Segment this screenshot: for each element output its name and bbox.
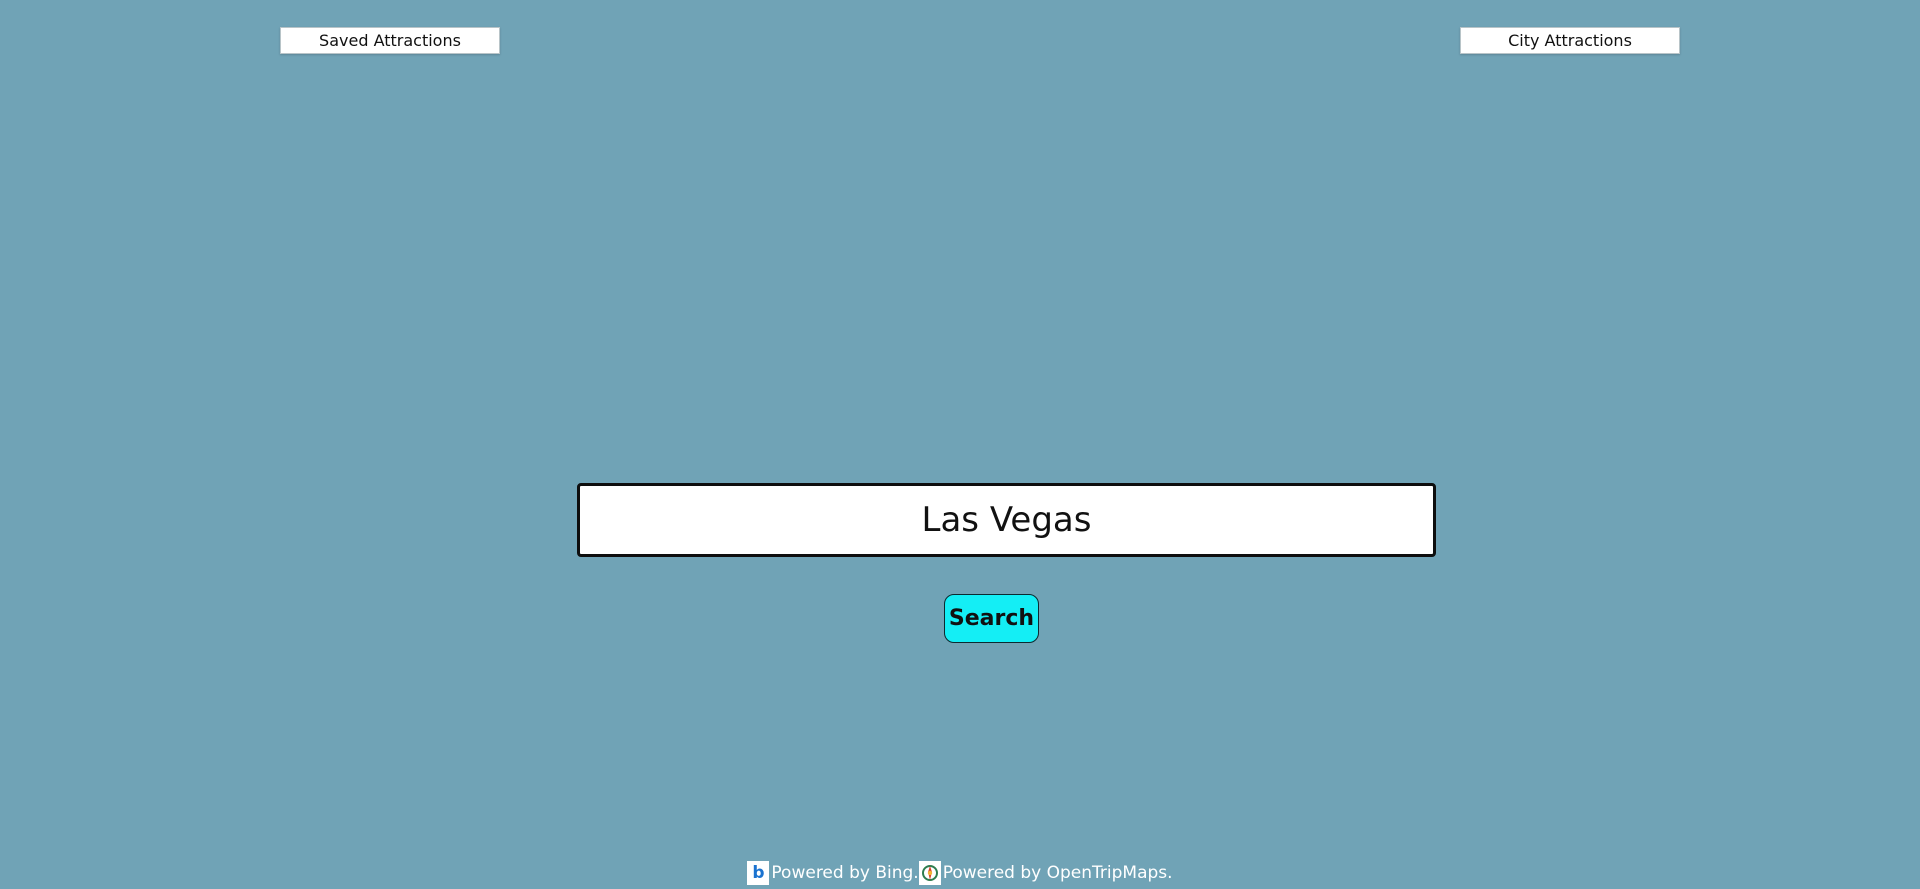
opentripmap-logo-graphic (921, 865, 938, 881)
attribution-footer: b Powered by Bing. Powered by OpenTripMa… (0, 860, 1920, 886)
bing-logo-letter: b (752, 862, 765, 883)
city-attractions-button[interactable]: City Attractions (1460, 27, 1680, 54)
bing-attribution-text: Powered by Bing. (771, 863, 919, 883)
search-button[interactable]: Search (944, 594, 1039, 643)
city-search-input[interactable] (580, 486, 1433, 554)
opentripmap-attribution-text: Powered by OpenTripMaps. (942, 863, 1173, 883)
saved-attractions-button[interactable]: Saved Attractions (280, 27, 500, 54)
search-box (577, 483, 1436, 557)
bing-logo-icon: b (747, 861, 770, 885)
opentripmap-logo-icon (918, 861, 941, 885)
